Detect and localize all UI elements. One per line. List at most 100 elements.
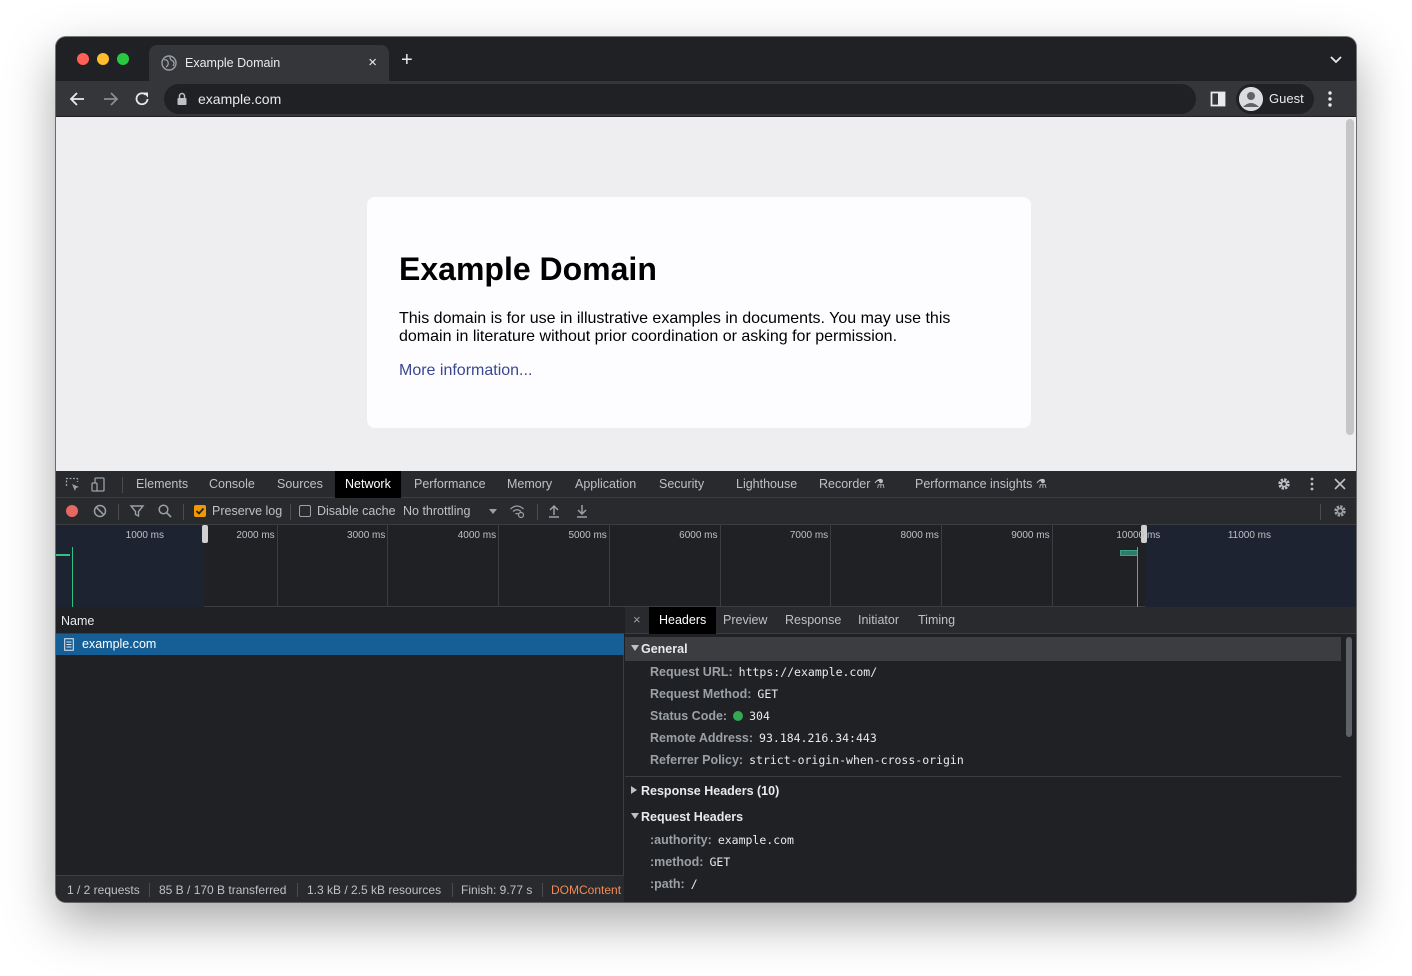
page-scrollbar[interactable]	[1346, 119, 1354, 435]
tab-headers[interactable]: Headers	[649, 607, 717, 634]
finish-time: Finish: 9.77 s	[461, 883, 533, 897]
tab-console[interactable]: Console	[199, 471, 265, 498]
divider	[537, 504, 538, 520]
requests-count: 1 / 2 requests	[67, 883, 140, 897]
preserve-log-checkbox[interactable]	[194, 505, 206, 517]
tab-title: Example Domain	[185, 56, 281, 70]
address-bar[interactable]: example.com	[164, 84, 1196, 114]
divider	[122, 477, 123, 493]
tab-timing[interactable]: Timing	[908, 607, 965, 634]
chevron-down-icon[interactable]	[485, 503, 501, 519]
browser-window: Example Domain × + example.com Guest Exa…	[56, 37, 1356, 902]
timeline-tick-label: 3000 ms	[347, 530, 386, 541]
export-har-icon[interactable]	[574, 503, 590, 519]
import-har-icon[interactable]	[546, 503, 562, 519]
clear-icon[interactable]	[92, 503, 108, 519]
timeline-gridline	[1051, 525, 1053, 607]
header-key: Remote Address:	[650, 731, 754, 745]
devtools-tab-bar: Elements Console Sources Network Perform…	[56, 471, 1356, 498]
record-icon[interactable]	[64, 503, 80, 519]
timeline-dcl-marker	[72, 547, 73, 607]
general-section-title: General	[641, 642, 688, 656]
side-panel-icon[interactable]	[1210, 91, 1226, 107]
throttling-select[interactable]: No throttling	[403, 504, 470, 518]
timeline-range-handle-left[interactable]	[202, 525, 208, 543]
header-row-authority: :authority: example.com	[650, 832, 794, 854]
inspect-element-icon[interactable]	[65, 477, 80, 492]
details-scrollbar[interactable]	[1346, 637, 1352, 737]
tab-memory[interactable]: Memory	[497, 471, 562, 498]
tab-sources[interactable]: Sources	[267, 471, 333, 498]
reload-icon[interactable]	[132, 89, 152, 109]
timeline-request-bar	[1120, 550, 1138, 556]
browser-tab[interactable]: Example Domain ×	[149, 45, 389, 81]
gear-icon[interactable]	[1276, 476, 1292, 492]
new-tab-button[interactable]: +	[401, 50, 413, 70]
divider	[1320, 504, 1321, 520]
profile-button[interactable]: Guest	[1236, 84, 1314, 114]
close-details-icon[interactable]: ×	[633, 612, 641, 627]
forward-arrow-icon[interactable]	[100, 89, 120, 109]
tab-preview[interactable]: Preview	[713, 607, 777, 634]
disable-cache-checkbox[interactable]	[299, 505, 311, 517]
header-row-request-url: Request URL: https://example.com/	[650, 664, 877, 686]
name-column-header[interactable]: Name	[56, 607, 624, 634]
preserve-log-label[interactable]: Preserve log	[212, 504, 282, 518]
network-settings-gear-icon[interactable]	[1332, 503, 1348, 519]
lock-icon[interactable]	[176, 92, 188, 106]
tab-network[interactable]: Network	[335, 471, 401, 498]
expand-triangle-icon	[631, 813, 639, 819]
device-toolbar-icon[interactable]	[91, 477, 106, 492]
globe-icon	[161, 55, 177, 71]
tab-performance-insights[interactable]: Performance insights ⚗	[905, 471, 1057, 498]
search-icon[interactable]	[157, 503, 173, 519]
page-heading: Example Domain	[399, 251, 657, 287]
tab-security[interactable]: Security	[649, 471, 714, 498]
tab-initiator[interactable]: Initiator	[848, 607, 909, 634]
timeline-tick-label: 10000 ms	[1116, 530, 1161, 541]
expand-triangle-icon	[631, 645, 639, 651]
header-key: :method:	[650, 855, 704, 869]
disable-cache-label[interactable]: Disable cache	[317, 504, 396, 518]
timeline-tick-label: 4000 ms	[457, 530, 497, 541]
zoom-window-button[interactable]	[117, 53, 129, 65]
tab-close-icon[interactable]: ×	[368, 54, 377, 71]
close-window-button[interactable]	[77, 53, 89, 65]
timeline-gridline	[608, 525, 610, 607]
divider	[297, 883, 298, 897]
close-icon[interactable]	[1332, 476, 1348, 492]
url-text[interactable]: example.com	[198, 91, 281, 107]
avatar-icon	[1239, 87, 1263, 111]
details-tab-bar: × Headers Preview Response Initiator Tim…	[625, 607, 1356, 634]
timeline-tick-label: 120	[1322, 530, 1356, 541]
header-row-request-method: Request Method: GET	[650, 686, 778, 708]
request-details-pane: × Headers Preview Response Initiator Tim…	[625, 607, 1356, 902]
minimize-window-button[interactable]	[97, 53, 109, 65]
tab-elements[interactable]: Elements	[126, 471, 198, 498]
response-headers-section-header[interactable]: Response Headers (10)	[625, 779, 1341, 803]
timeline-tick-label: 8000 ms	[900, 530, 939, 541]
collapsed-triangle-icon	[631, 786, 637, 794]
tab-application[interactable]: Application	[565, 471, 646, 498]
tab-performance[interactable]: Performance	[404, 471, 496, 498]
devtools-more-icon[interactable]	[1304, 476, 1320, 492]
timeline-tick-label: 5000 ms	[568, 530, 607, 541]
network-conditions-icon[interactable]	[509, 503, 525, 519]
header-key: Request Method:	[650, 687, 752, 701]
filter-icon[interactable]	[129, 503, 145, 519]
table-row[interactable]: example.com	[56, 634, 624, 655]
network-overview-timeline[interactable]: 1000 ms 2000 ms 3000 ms 4000 ms 5000 ms 6000 …	[56, 525, 1356, 607]
more-menu-icon[interactable]	[1328, 90, 1332, 108]
tab-response[interactable]: Response	[775, 607, 851, 634]
tab-recorder[interactable]: Recorder ⚗	[809, 471, 895, 498]
general-section-header[interactable]: General	[625, 637, 1341, 661]
tab-lighthouse[interactable]: Lighthouse	[726, 471, 807, 498]
header-row-path: :path: /	[650, 876, 698, 898]
header-value: /	[690, 877, 698, 891]
request-headers-section-header[interactable]: Request Headers	[625, 805, 1341, 829]
divider	[452, 883, 453, 897]
chevron-down-icon[interactable]	[1330, 55, 1342, 65]
timeline-request-bar	[56, 554, 70, 556]
more-information-link[interactable]: More information...	[399, 362, 532, 380]
back-arrow-icon[interactable]	[68, 89, 88, 109]
